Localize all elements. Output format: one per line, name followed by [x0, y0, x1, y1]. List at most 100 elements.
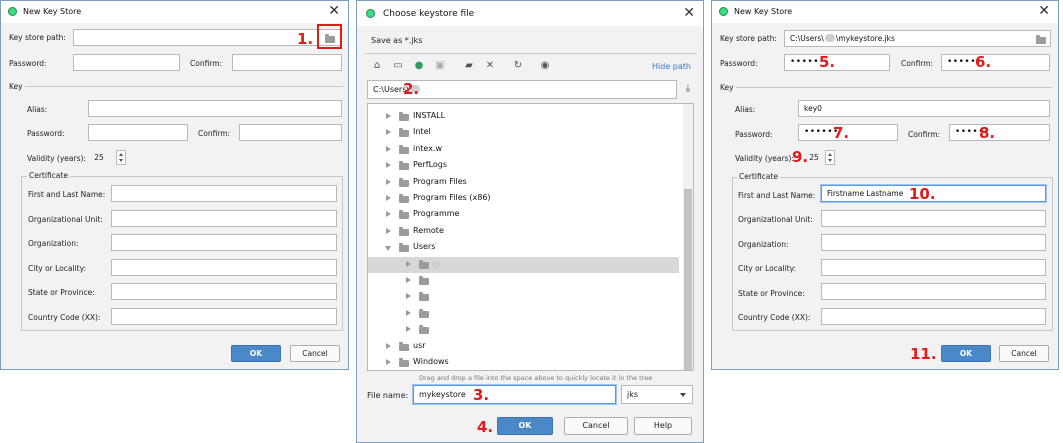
alias-field[interactable] [88, 100, 342, 117]
tree-scrollbar[interactable] [683, 104, 693, 370]
collapsed-arrow-icon[interactable] [386, 195, 391, 201]
folder-icon [399, 243, 409, 253]
close-icon[interactable]: ✕ [683, 5, 695, 21]
tree-row[interactable]: Program Files [368, 175, 679, 191]
tree-row[interactable]: Remote [368, 224, 679, 240]
tree-row[interactable]: Users [368, 240, 679, 256]
expanded-arrow-icon[interactable] [385, 246, 391, 252]
collapsed-arrow-icon[interactable] [386, 129, 391, 136]
validity-spinner[interactable]: 25 [90, 149, 126, 166]
collapsed-arrow-icon[interactable] [406, 326, 411, 333]
confirm-label: Confirm: [901, 59, 934, 68]
spinner-arrows-icon[interactable] [825, 150, 835, 165]
key-confirm-field[interactable]: •••••• [949, 124, 1050, 141]
ok-button[interactable]: OK [231, 345, 281, 362]
folder-icon [419, 308, 429, 318]
collapsed-arrow-icon[interactable] [406, 309, 411, 316]
alias-field[interactable]: key0 [798, 100, 1050, 117]
project-icon[interactable]: ● [413, 60, 425, 72]
cancel-button[interactable]: Cancel [999, 345, 1049, 362]
download-icon[interactable]: ⤓ [682, 83, 694, 95]
org-unit-field[interactable] [111, 210, 337, 227]
tree-child-row[interactable] [368, 306, 679, 322]
collapsed-arrow-icon[interactable] [386, 178, 391, 185]
org-unit-label: Organizational Unit: [738, 215, 813, 224]
first-last-name-field[interactable] [111, 185, 337, 202]
tree-child-row[interactable] [368, 256, 679, 273]
tree-row[interactable]: INSTALL [368, 109, 679, 125]
keystore-path-label: Key store path: [9, 33, 66, 42]
collapsed-arrow-icon[interactable] [386, 145, 391, 152]
module-icon[interactable]: ▣ [434, 60, 446, 72]
state-field[interactable] [111, 283, 337, 300]
state-field[interactable] [821, 283, 1046, 300]
tree-child-row[interactable] [368, 322, 679, 338]
organization-field[interactable] [111, 234, 337, 251]
city-field[interactable] [821, 259, 1046, 276]
browse-folder-icon[interactable] [1036, 35, 1046, 44]
collapsed-arrow-icon[interactable] [386, 342, 391, 349]
city-field[interactable] [111, 259, 337, 276]
collapsed-arrow-icon[interactable] [386, 162, 391, 169]
redacted-folder-name [431, 260, 441, 269]
ok-button[interactable]: OK [497, 417, 553, 435]
new-folder-icon[interactable]: ▰ [463, 60, 475, 72]
folder-icon [399, 358, 409, 367]
confirm-field[interactable]: •••••• [941, 54, 1050, 71]
tree-row[interactable]: usr [368, 339, 679, 355]
collapsed-arrow-icon[interactable] [386, 359, 391, 365]
delete-icon[interactable]: ✕ [484, 60, 496, 72]
collapsed-arrow-icon[interactable] [406, 277, 411, 283]
tree-child-row[interactable] [368, 289, 679, 305]
android-studio-icon [719, 7, 728, 16]
org-unit-field[interactable] [821, 210, 1046, 227]
folder-name: Programme [413, 209, 460, 219]
tree-row[interactable]: Programme [368, 207, 679, 223]
password-field[interactable]: •••••• [784, 54, 890, 71]
tree-row[interactable]: PerfLogs [368, 158, 679, 174]
file-name-input[interactable]: mykeystore [413, 385, 616, 404]
password-label: Password: [9, 59, 47, 68]
collapsed-arrow-icon[interactable] [406, 260, 411, 267]
collapsed-arrow-icon[interactable] [386, 113, 391, 119]
country-label: Country Code (XX): [738, 313, 811, 322]
collapsed-arrow-icon[interactable] [386, 227, 391, 234]
key-password-field[interactable] [88, 124, 188, 141]
key-confirm-field[interactable] [239, 124, 342, 141]
show-hidden-icon[interactable]: ◉ [539, 60, 551, 72]
file-type-select[interactable]: jks [621, 385, 693, 404]
keystore-path-field[interactable]: C:\Users\ \mykeystore.jks [784, 30, 1051, 47]
collapsed-arrow-icon[interactable] [406, 293, 411, 300]
android-studio-icon [366, 9, 375, 18]
desktop-icon[interactable]: ▭ [392, 60, 404, 72]
cancel-button[interactable]: Cancel [564, 417, 628, 435]
step-marker-10: 10. [909, 185, 936, 203]
help-button[interactable]: Help [634, 417, 692, 435]
ok-button[interactable]: OK [941, 345, 991, 362]
browse-folder-icon[interactable] [325, 34, 335, 43]
country-field[interactable] [111, 308, 337, 325]
organization-field[interactable] [821, 234, 1046, 251]
tree-row[interactable]: Windows [368, 355, 679, 370]
tree-row[interactable]: Program Files (x86) [368, 191, 679, 207]
password-field[interactable] [73, 54, 180, 71]
folder-tree[interactable]: Windows usr Users Remote Programme Program Fi… [367, 103, 694, 371]
dialog-title: Choose keystore file [383, 9, 475, 19]
close-icon[interactable]: ✕ [328, 3, 340, 19]
tree-child-row[interactable] [368, 273, 679, 289]
collapsed-arrow-icon[interactable] [386, 211, 391, 218]
close-icon[interactable]: ✕ [1038, 3, 1050, 19]
scroll-thumb[interactable] [684, 189, 692, 370]
cancel-button[interactable]: Cancel [290, 345, 340, 362]
refresh-icon[interactable]: ↻ [512, 60, 524, 72]
country-field[interactable] [821, 308, 1046, 325]
confirm-field[interactable] [232, 54, 342, 71]
tree-row[interactable]: Intel [368, 125, 679, 141]
title-bar: New Key Store ✕ [1, 1, 348, 23]
file-name-label: File name: [367, 391, 409, 400]
home-icon[interactable]: ⌂ [371, 60, 383, 72]
hide-path-link[interactable]: Hide path [652, 62, 691, 71]
spinner-arrows-icon[interactable] [116, 150, 126, 165]
tree-row[interactable]: intex.w [368, 142, 679, 158]
validity-spinner[interactable]: 25 [805, 149, 835, 166]
